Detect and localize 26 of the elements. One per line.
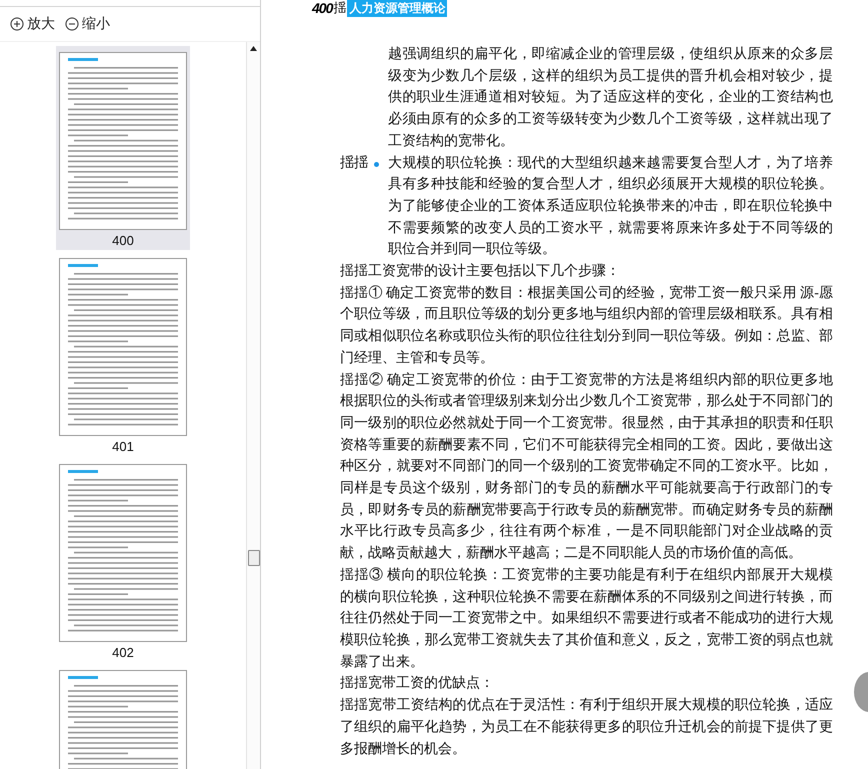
page-number: 400: [312, 0, 332, 16]
zoom-in-button[interactable]: 放大: [8, 15, 57, 33]
paragraph: 揺揺② 确定工资宽带的价位：由于工资宽带的方法是将组织内部的职位更多地根据职位的头衔或者管理级别来划分出少数几个工资宽带，那么处于不同部门的同一级别的职位必然就处于同一个工资宽带。很显然，由于其承担的职责和任职资格等重要的薪酬要素不同，它们不可能获得完全相同的工资。因此，要做出这种区分，就要对不同部门的同一个级别的工资宽带确定不同的工资水平。比如，同样是专员这个级别，财务部门的专员的薪酬水平可能就要高于行政部门的专员，即财务专员的薪酬宽带要高于行政专员的薪酬宽带。而确定财务专员的薪酬水平比行政专员高多少，往往有两个标准，一是不同职能部门对企业战略的贡献，战略贡献越大，薪酬水平越高；二是不同职能人员的市场价值的高低。: [340, 371, 833, 564]
scroll-up-icon: [250, 46, 257, 51]
page-thumbnail[interactable]: 401: [56, 252, 190, 456]
paragraph: 揺揺① 确定工资宽带的数目：根据美国公司的经验，宽带工资一般只采用 源-愿个职位等级，而且职位等级的划分更多地与组织内部的管理层级相联系。具有相同或相似职位名称或职位头衔的职位往往划分到同一职位等级。例如：总监、部门经理、主管和专员等。: [340, 284, 833, 368]
paragraph: 揺揺宽带工资的优缺点：: [340, 674, 495, 694]
zoom-out-icon: [65, 17, 79, 31]
book-title: 人力资源管理概论: [347, 0, 448, 16]
zoom-in-icon: [10, 17, 24, 31]
scrollbar[interactable]: [246, 42, 260, 769]
paragraph: 大规模的职位轮换：现代的大型组织越来越需要复合型人才，为了培养具有多种技能和经验的复合型人才，组织必须展开大规模的职位轮换。为了能够使企业的工资体系适应职位轮换带来的冲击，即在职位轮换中不需要频繁的改变人员的工资水平，就需要将原来许多处于不同等级的职位合并到同一职位等级。: [388, 154, 833, 260]
page-number-label: 400: [112, 233, 134, 248]
bullet-icon: [374, 162, 379, 167]
garbled-prefix: 揺揺: [340, 154, 368, 173]
page-number-label: 401: [112, 439, 134, 454]
paragraph: 揺揺宽带工资结构的优点在于灵活性：有利于组织开展大规模的职位轮换，适应了组织的扁平化趋势，为员工在不能获得更多的职位升迁机会的前提下提供了更多报酬增长的机会。: [340, 696, 833, 758]
paragraph: 越强调组织的扁平化，即缩减企业的管理层级，使组织从原来的众多层级变为少数几个层级，这样的组织为员工提供的晋升机会相对较少，提供的职业生涯通道相对较短。为了适应这样的变化，企业的工资结构也必须由原有的众多的工资等级转变为少数几个工资等级，这样就出现了工资结构的宽带化。: [387, 45, 833, 151]
paragraph: 揺揺③ 横向的职位轮换：工资宽带的主要功能是有利于在组织内部展开大规模的横向职位轮换，这种职位轮换不需要在薪酬体系的不同级别之间进行转换，而往往仍然处于同一工资宽带之中。如果组织不需要进行或者不能成功的进行大规模职位轮换，那么宽带工资就失去了其价值和意义，反之，宽带工资的弱点也就暴露了出来。: [340, 566, 833, 672]
scroll-thumb[interactable]: [248, 550, 260, 566]
page-thumbnail[interactable]: 400: [56, 46, 190, 250]
garbled-character: 揺: [333, 0, 346, 17]
zoom-out-button[interactable]: 缩小: [63, 15, 112, 33]
page-thumbnail[interactable]: 402: [56, 458, 190, 662]
page-number-label: 402: [112, 645, 134, 660]
paragraph: 揺揺工资宽带的设计主要包括以下几个步骤：: [340, 262, 621, 282]
